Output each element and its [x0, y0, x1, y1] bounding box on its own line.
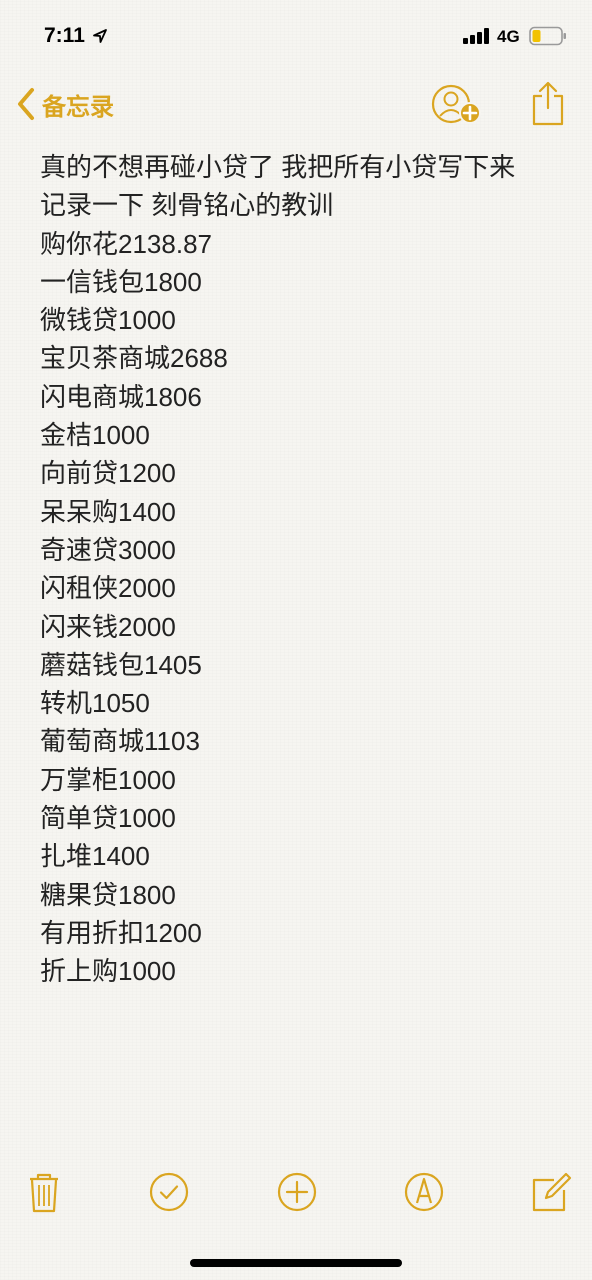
- note-line: 宝贝茶商城2688: [40, 343, 228, 374]
- note-line: 记录一下 刻骨铭心的教训: [40, 190, 334, 221]
- back-label: 备忘录: [42, 93, 114, 121]
- note-line: 闪租侠2000: [40, 573, 176, 604]
- note-line: 奇速贷3000: [40, 534, 176, 565]
- add-person-icon[interactable]: [430, 82, 486, 128]
- note-line: 微钱贷1000: [40, 305, 176, 336]
- note-line: 万掌柜1000: [40, 764, 176, 795]
- chevron-left-icon: [18, 88, 34, 120]
- note-line: 蘑菇钱包1405: [40, 649, 202, 680]
- note-line: 葡萄商城1103: [40, 726, 200, 757]
- location-arrow-icon: [93, 29, 107, 43]
- note-line: 简单贷1000: [40, 803, 176, 834]
- status-time: 7:11: [44, 24, 85, 47]
- battery-low-icon: [529, 26, 566, 46]
- note-line: 购你花2138.87: [40, 228, 212, 259]
- compose-icon[interactable]: [528, 1170, 572, 1214]
- checklist-icon[interactable]: [147, 1170, 191, 1214]
- back-button[interactable]: 备忘录: [16, 84, 114, 124]
- nav-bar: 备忘录: [0, 74, 592, 144]
- note-line: 折上购1000: [40, 956, 176, 987]
- note-line: 向前贷1200: [40, 458, 176, 489]
- note-body[interactable]: 真的不想再碰小贷了 我把所有小贷写下来 记录一下 刻骨铭心的教训 购你花2138…: [40, 148, 560, 991]
- note-line: 闪电商城1806: [40, 381, 202, 412]
- note-line: 有用折扣1200: [40, 917, 202, 948]
- note-line: 呆呆购1400: [40, 496, 176, 527]
- home-indicator[interactable]: [190, 1259, 402, 1267]
- note-line: 转机1050: [40, 688, 150, 719]
- markup-icon[interactable]: [402, 1170, 446, 1214]
- signal-bars-icon: [463, 28, 491, 44]
- note-line: 金桔1000: [40, 420, 150, 451]
- add-icon[interactable]: [275, 1170, 319, 1214]
- share-icon[interactable]: [528, 78, 568, 128]
- note-line: 糖果贷1800: [40, 879, 176, 910]
- note-line: 一信钱包1800: [40, 266, 202, 297]
- trash-icon[interactable]: [22, 1170, 66, 1214]
- note-line: 扎堆1400: [40, 841, 150, 872]
- note-line: 真的不想再碰小贷了 我把所有小贷写下来: [40, 152, 516, 182]
- network-type: 4G: [497, 27, 520, 46]
- note-line: 闪来钱2000: [40, 611, 176, 642]
- status-bar: 7:11 4G: [0, 0, 592, 74]
- bottom-toolbar: [0, 1164, 592, 1224]
